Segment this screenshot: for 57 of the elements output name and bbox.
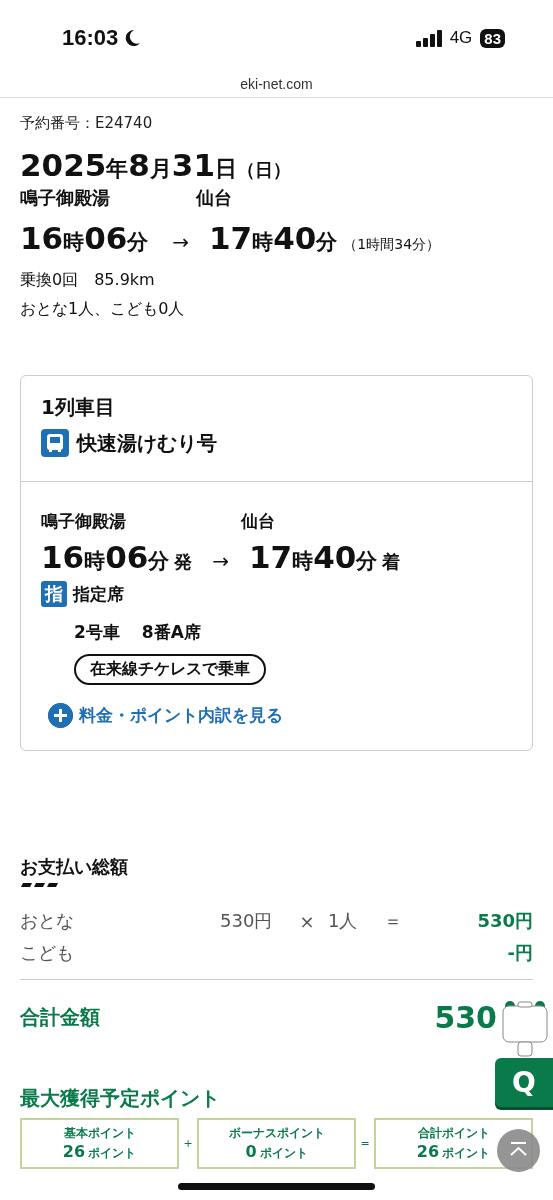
train-icon: [41, 429, 69, 457]
arrival-station: 仙台: [196, 186, 232, 210]
fare-amount: 530円: [477, 909, 533, 933]
weekday-label: （日）: [237, 158, 291, 182]
arrival-label: 着: [382, 550, 401, 574]
fare-label: こども: [20, 941, 75, 965]
scroll-top-button[interactable]: [497, 1129, 540, 1172]
person-count: 1人: [328, 909, 359, 933]
multiply-sign: ×: [298, 910, 316, 932]
car-number: 2号車: [74, 621, 120, 644]
point-value: 0 ポイント: [245, 1142, 308, 1162]
arrival-time: 17時40分: [249, 539, 378, 575]
arrow-label: →: [212, 549, 230, 573]
departure-station: 鳴子御殿湯: [20, 186, 111, 210]
point-label: 基本ポイント: [63, 1125, 136, 1142]
departure-station: 鳴子御殿湯: [41, 510, 127, 533]
seat-badge: 指: [41, 581, 67, 607]
clock: 16:03: [62, 25, 119, 51]
duration-text: （1時間34分）: [343, 236, 441, 254]
operator-sign: =: [359, 1137, 371, 1150]
point-value: 26 ポイント: [416, 1142, 491, 1162]
battery-icon: 83: [480, 28, 505, 48]
departure-label: 発: [174, 550, 193, 574]
departure-time: 16時06分: [20, 220, 149, 256]
arrival-station: 仙台: [241, 510, 275, 533]
arrival-time: 17時40分: [209, 220, 338, 256]
train-name: 快速湯けむり号: [77, 429, 217, 457]
section-title: お支払い総額: [20, 855, 129, 879]
departure-time: 16時06分: [41, 539, 170, 575]
reservation-number: 予約番号：E24740: [20, 114, 154, 133]
arrow-label: →: [172, 230, 190, 254]
operator-sign: +: [182, 1137, 194, 1150]
equals-sign: ＝: [383, 909, 403, 933]
signal-icon: [415, 29, 444, 47]
fare-details-link[interactable]: 料金・ポイント内訳を見る: [79, 704, 283, 727]
point-label: 合計ポイント: [417, 1125, 490, 1142]
point-label: ボーナスポイント: [228, 1125, 325, 1142]
dash-underline: [20, 883, 58, 887]
fare-label: おとな: [20, 909, 75, 933]
mascot-drawing: [500, 1000, 550, 1058]
seat-number: 8番A席: [141, 621, 201, 644]
travel-date: 2025年8月31日: [20, 147, 237, 184]
train-number: 1列車目: [41, 394, 116, 421]
total-amount: 530: [434, 1000, 497, 1035]
transfer-distance: 乗換0回 85.9km: [20, 270, 156, 291]
total-label: 合計金額: [20, 1004, 100, 1031]
plus-icon[interactable]: [48, 703, 73, 728]
url-text: eki-net.com: [240, 76, 313, 94]
ticketless-badge: 在来線チケレスで乗車: [74, 654, 266, 685]
seat-type: 指定席: [73, 582, 124, 606]
network-label: 4G: [449, 28, 473, 48]
fare-amount: -円: [507, 941, 533, 965]
passenger-count: おとな1人、こども0人: [20, 299, 186, 320]
help-button[interactable]: Q: [495, 1058, 553, 1107]
section-title: 最大獲得予定ポイント: [20, 1085, 220, 1112]
unit-price: 530円: [220, 909, 274, 933]
point-value: 26 ポイント: [62, 1142, 137, 1162]
